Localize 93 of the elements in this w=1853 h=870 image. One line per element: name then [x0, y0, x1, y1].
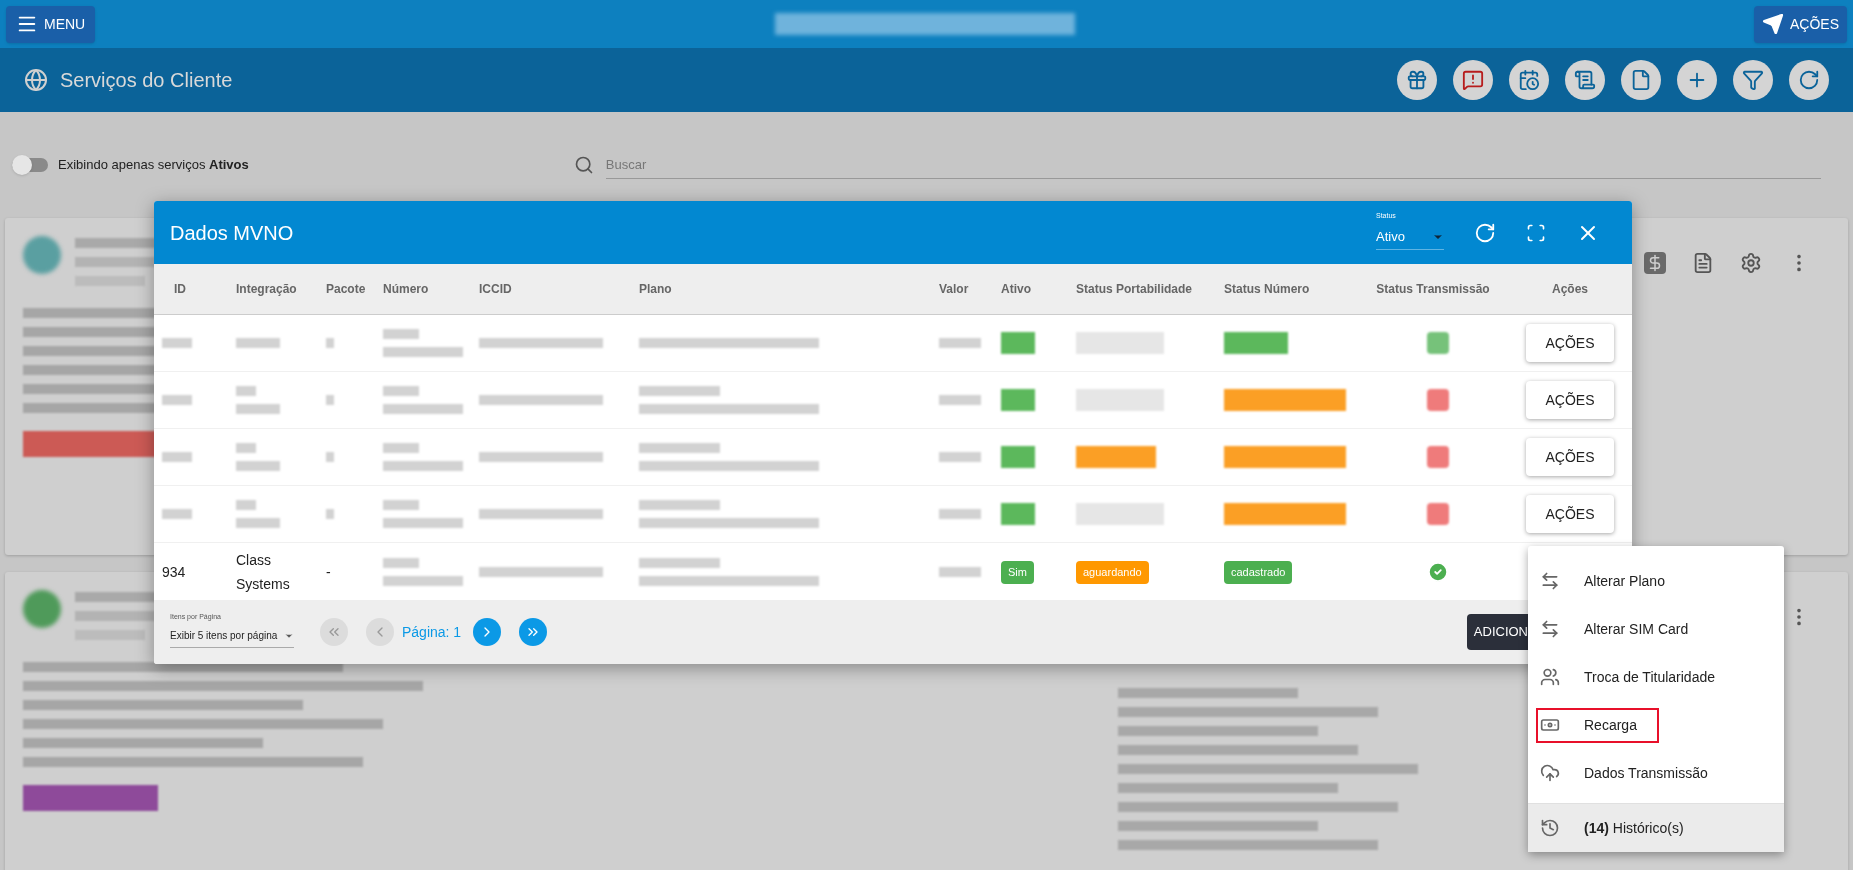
fullscreen-icon[interactable] [1526, 222, 1546, 243]
redacted-text [383, 557, 419, 568]
history-icon [1540, 818, 1560, 838]
check-circle-icon [1427, 560, 1449, 583]
refresh-icon [1798, 69, 1820, 91]
menu-item-label: Dados Transmissão [1584, 763, 1708, 783]
calendar-icon [1518, 69, 1540, 91]
actions-button[interactable]: AÇÕES [1526, 324, 1614, 362]
menu-item-label: Alterar SIM Card [1584, 619, 1689, 639]
table-cell: 934 [162, 563, 186, 580]
swap-arrows-icon [1540, 619, 1560, 639]
column-header: Número [382, 281, 430, 298]
list-icon [1574, 69, 1596, 91]
cloud-upload-icon [1540, 763, 1560, 783]
redacted-text [383, 500, 419, 510]
menu-item[interactable]: Recarga [1528, 701, 1784, 749]
redacted-text [326, 452, 334, 462]
redacted-text [939, 509, 981, 519]
column-header: Integração [235, 281, 298, 298]
redacted-text [939, 452, 981, 462]
toolbar-button[interactable] [1509, 60, 1549, 100]
globe-icon [24, 68, 48, 92]
redacted-text [236, 500, 256, 510]
column-header: ID [173, 281, 187, 298]
toolbar-button[interactable] [1677, 60, 1717, 100]
redacted-text [75, 276, 145, 286]
document-icon[interactable] [1692, 252, 1714, 274]
search-field[interactable]: Buscar [605, 150, 1821, 180]
redacted-text [939, 395, 981, 405]
redacted-text [939, 338, 981, 348]
column-header: Valor [938, 281, 970, 298]
status-badge: Sim [1001, 561, 1034, 584]
toggle-switch[interactable] [12, 158, 48, 172]
column-header: Status Número [1223, 281, 1311, 298]
toolbar-button[interactable] [1789, 60, 1829, 100]
toolbar-button[interactable] [1397, 60, 1437, 100]
refresh-icon[interactable] [1474, 221, 1496, 244]
redacted-text [75, 630, 145, 640]
people-icon [1540, 667, 1560, 687]
select-value: Exibir 5 itens por página [170, 629, 278, 643]
settings-icon[interactable] [1740, 252, 1762, 274]
status-badge: aguardando [1076, 561, 1149, 584]
actions-button[interactable]: AÇÕES [1754, 5, 1847, 43]
redacted-text [326, 509, 334, 519]
toolbar-button[interactable] [1733, 60, 1773, 100]
redacted-text [939, 566, 981, 577]
redacted-text [162, 509, 192, 519]
toolbar-button[interactable] [1453, 60, 1493, 100]
menu-item-label: Recarga [1584, 715, 1637, 735]
table-cell: - [326, 563, 331, 580]
redacted-text [236, 461, 280, 471]
redacted-text [236, 443, 256, 453]
file-icon [1630, 69, 1652, 91]
filter-icon [1742, 69, 1764, 91]
column-header: Status Transmissão [1375, 281, 1491, 298]
last-page-button[interactable] [519, 618, 548, 646]
dollar-icon[interactable] [1644, 252, 1666, 274]
menu-item[interactable]: Troca de Titularidade [1528, 653, 1784, 701]
table-cell: Class Systems [236, 551, 290, 592]
menu-item[interactable]: Alterar Plano [1528, 557, 1784, 605]
toolbar-button[interactable] [1565, 60, 1605, 100]
send-icon [1762, 13, 1784, 35]
column-header: Status Portabilidade [1075, 281, 1194, 298]
actions-button[interactable]: AÇÕES [1526, 381, 1614, 419]
dialog-title: Dados MVNO [170, 220, 294, 246]
status-badge: cadastrado [1224, 561, 1293, 584]
search-icon [573, 155, 594, 175]
menu-item-label: Troca de Titularidade [1584, 667, 1715, 687]
toggle-label: Exibindo apenas serviços Ativos [58, 156, 249, 175]
menu-item[interactable]: (14) Histórico(s) [1528, 804, 1784, 852]
column-header: Ações [1551, 281, 1589, 298]
column-header: Plano [638, 281, 673, 298]
swap-arrows-icon [1540, 571, 1560, 591]
page-title: Serviços do Cliente [60, 68, 233, 93]
column-header: ICCID [478, 281, 513, 298]
alert-icon [1462, 69, 1484, 91]
actions-button[interactable]: AÇÕES [1526, 438, 1614, 476]
toolbar-button[interactable] [1621, 60, 1661, 100]
redacted-text [383, 443, 419, 453]
menu-item-label: (14) Histórico(s) [1584, 818, 1684, 838]
actions-button[interactable]: AÇÕES [1526, 495, 1614, 533]
redacted-text [236, 518, 280, 528]
menu-item-label: Alterar Plano [1584, 571, 1665, 591]
page-indicator: Página: 1 [402, 622, 462, 642]
next-page-button[interactable] [473, 618, 502, 646]
menu-item[interactable]: Dados Transmissão [1528, 749, 1784, 797]
column-header: Ativo [1000, 281, 1032, 298]
gift-icon [1406, 69, 1428, 91]
select-value: Ativo [1376, 227, 1405, 246]
redacted-text [162, 452, 192, 462]
redacted-text [383, 386, 419, 396]
column-header: Pacote [325, 281, 367, 298]
menu-button[interactable]: MENU [6, 5, 96, 43]
